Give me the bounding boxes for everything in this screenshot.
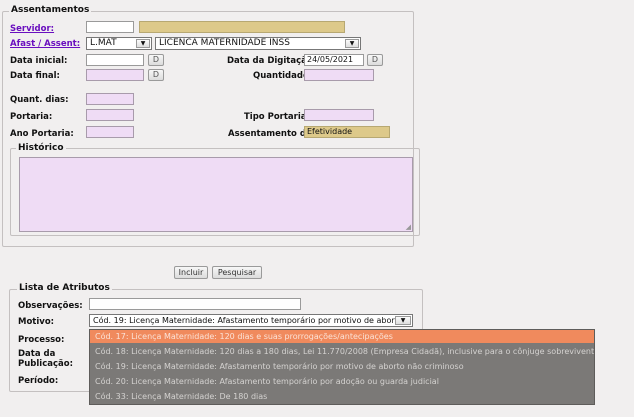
afast-desc-select[interactable]: LICENCA MATERNIDADE INSS ▼ bbox=[155, 37, 361, 50]
ano-portaria-input[interactable] bbox=[86, 126, 134, 138]
data-digitacao-date-button[interactable]: D bbox=[367, 54, 383, 66]
historico-legend: Histórico bbox=[16, 143, 66, 153]
motivo-option-18[interactable]: Cód. 18: Licença Maternidade: 120 dias a… bbox=[90, 345, 594, 358]
data-digitacao-input[interactable]: 24/05/2021 bbox=[304, 54, 364, 66]
servidor-code-input[interactable] bbox=[86, 21, 134, 33]
resize-grip-icon: ◢ bbox=[405, 223, 411, 231]
afast-desc-value: LICENCA MATERNIDADE INSS bbox=[159, 38, 290, 48]
chevron-down-icon: ▼ bbox=[136, 39, 150, 48]
data-publicacao-label-line2: Publicação: bbox=[18, 359, 73, 369]
data-final-label: Data final: bbox=[10, 71, 60, 81]
servidor-link[interactable]: Servidor: bbox=[10, 24, 54, 34]
historico-textarea[interactable]: ◢ bbox=[19, 157, 413, 232]
motivo-option-33[interactable]: Cód. 33: Licença Maternidade: De 180 dia… bbox=[90, 390, 594, 403]
processo-label: Processo: bbox=[18, 335, 65, 345]
motivo-option-20[interactable]: Cód. 20: Licença Maternidade: Afastament… bbox=[90, 375, 594, 388]
afast-assent-link[interactable]: Afast / Assent: bbox=[10, 39, 80, 49]
motivo-label: Motivo: bbox=[18, 317, 55, 327]
observacoes-input[interactable] bbox=[89, 298, 301, 310]
servidor-name-field bbox=[139, 21, 345, 33]
motivo-select[interactable]: Cód. 19: Licença Maternidade: Afastament… bbox=[89, 314, 413, 327]
motivo-select-value: Cód. 19: Licença Maternidade: Afastament… bbox=[93, 316, 398, 325]
motivo-option-19[interactable]: Cód. 19: Licença Maternidade: Afastament… bbox=[90, 360, 594, 373]
quant-dias-input[interactable] bbox=[86, 93, 134, 105]
portaria-input[interactable] bbox=[86, 109, 134, 121]
afast-code-value: L.MAT bbox=[90, 38, 117, 48]
chevron-down-icon: ▼ bbox=[395, 316, 411, 325]
quantidade-input[interactable] bbox=[304, 69, 374, 81]
assentamento-de-label: Assentamento de: bbox=[228, 129, 316, 139]
data-inicial-label: Data inicial: bbox=[10, 56, 68, 66]
data-inicial-input[interactable] bbox=[86, 54, 144, 66]
chevron-down-icon: ▼ bbox=[345, 39, 359, 48]
motivo-dropdown-list: Cód. 17: Licença Maternidade: 120 dias e… bbox=[89, 329, 595, 405]
portaria-label: Portaria: bbox=[10, 112, 53, 122]
motivo-option-17[interactable]: Cód. 17: Licença Maternidade: 120 dias e… bbox=[90, 330, 594, 343]
data-inicial-date-button[interactable]: D bbox=[148, 54, 164, 66]
data-final-date-button[interactable]: D bbox=[148, 69, 164, 81]
data-publicacao-label-line1: Data da bbox=[18, 349, 56, 359]
ano-portaria-label: Ano Portaria: bbox=[10, 129, 74, 139]
tipo-portaria-label: Tipo Portaria: bbox=[244, 112, 310, 122]
quant-dias-label: Quant. dias: bbox=[10, 95, 69, 105]
data-final-input[interactable] bbox=[86, 69, 144, 81]
assentamentos-legend: Assentamentos bbox=[9, 5, 92, 15]
tipo-portaria-input[interactable] bbox=[304, 109, 374, 121]
atributos-legend: Lista de Atributos bbox=[17, 283, 112, 293]
afast-code-select[interactable]: L.MAT ▼ bbox=[86, 37, 152, 50]
pesquisar-button[interactable]: Pesquisar bbox=[212, 266, 262, 279]
periodo-label: Período: bbox=[18, 376, 59, 386]
observacoes-label: Observações: bbox=[18, 301, 83, 311]
data-digitacao-label: Data da Digitação: bbox=[227, 56, 317, 66]
incluir-button[interactable]: Incluir bbox=[174, 266, 208, 279]
assentamento-de-field: Efetividade bbox=[304, 126, 390, 138]
